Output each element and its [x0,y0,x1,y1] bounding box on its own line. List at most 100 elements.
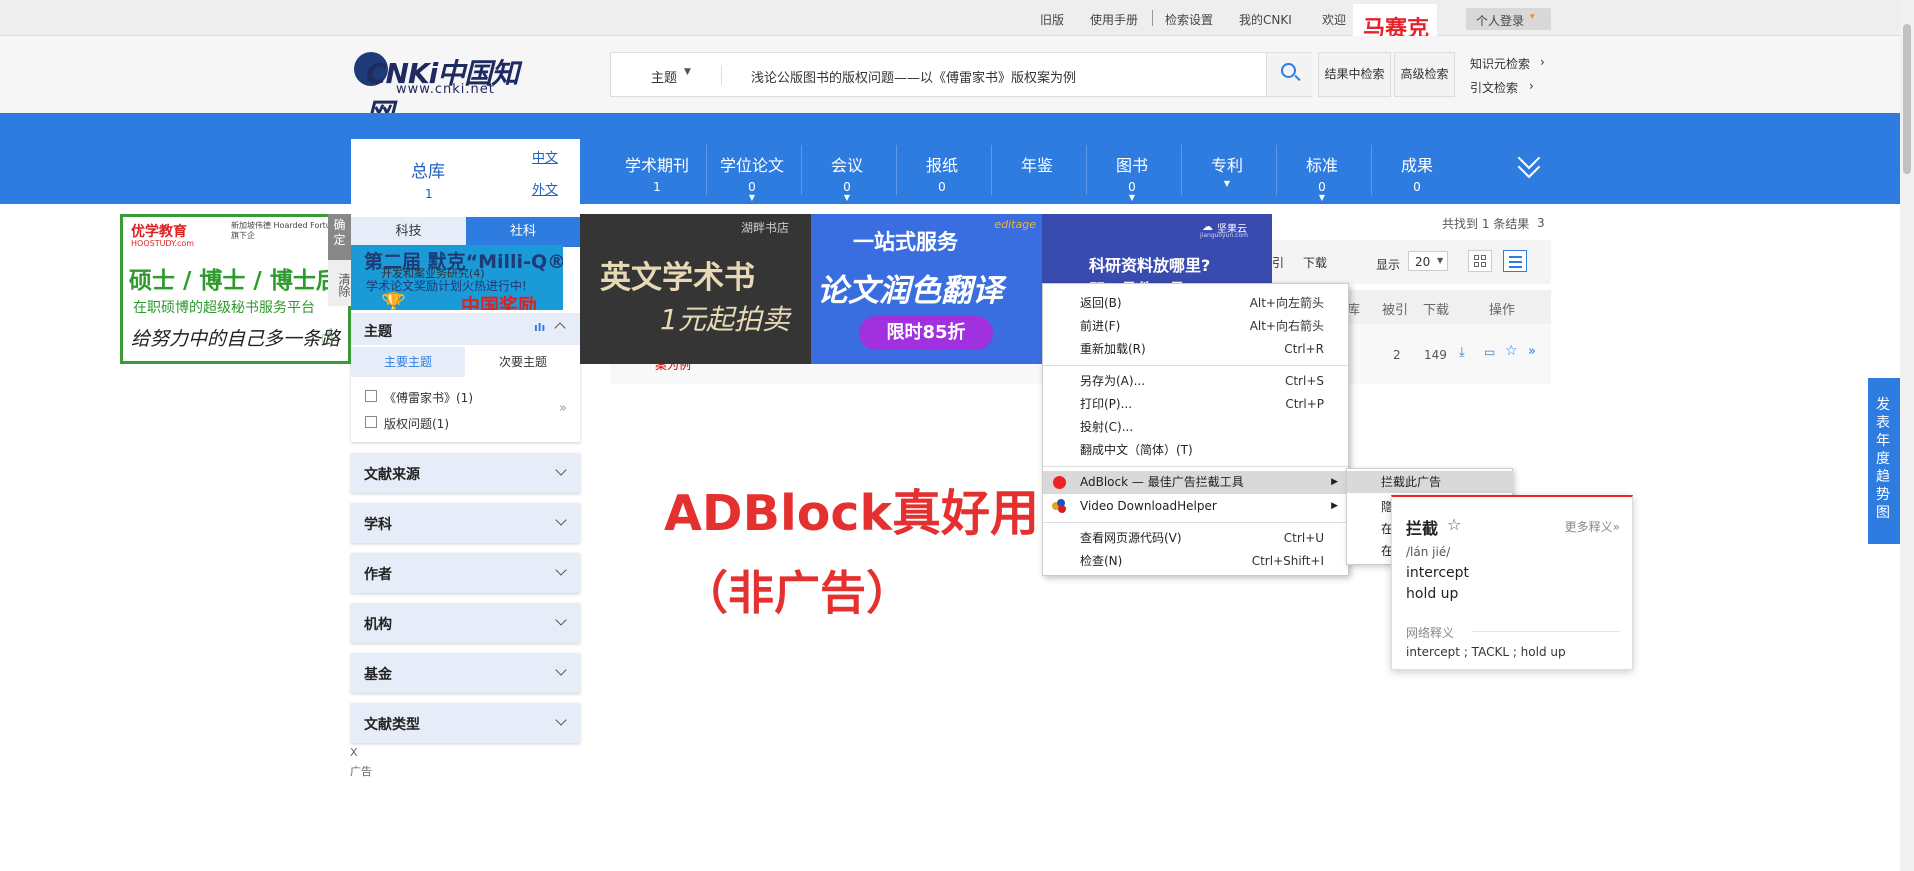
nav-newspaper[interactable]: 报纸 0 [896,152,988,194]
read-html-icon[interactable]: ▭ [1484,345,1495,359]
topic-option[interactable]: 《傅雷家书》(1) [384,389,473,406]
topic-title: 主题 [364,324,392,340]
nav-theses[interactable]: 学位论文 0 ▼ [706,152,798,202]
list-view-icon[interactable] [1503,250,1527,272]
per-page-select[interactable]: 20 ▼ [1408,251,1448,271]
nav-standards[interactable]: 标准 0 ▼ [1276,152,1368,202]
tab-secondary-topic[interactable]: 次要主题 [466,347,580,377]
facet-source[interactable]: 文献来源 [351,453,580,493]
facet-doc-type[interactable]: 文献类型 [351,703,580,743]
dict-def: hold up [1406,586,1459,602]
grid-view-icon[interactable] [1468,250,1492,272]
topic-option[interactable]: 版权问题(1) [384,415,449,432]
submenu-arrow-icon: ▶ [1331,501,1338,511]
advanced-search-button[interactable]: 高级检索 [1394,52,1455,97]
topic-checkbox[interactable] [365,416,377,428]
foreign-link[interactable]: 外文 [532,179,558,198]
download-icon[interactable]: ⤓ [1459,345,1465,360]
menu-item-forward[interactable]: 前进(F) Alt+向右箭头 [1043,315,1348,337]
nav-patents[interactable]: 专利 ▼ [1181,152,1273,188]
cnki-logo[interactable]: CNKi中国知网 www.cnki.net [354,50,534,130]
dict-net-defs: intercept ; TACKL ; hold up [1406,645,1566,659]
menu-item-reload[interactable]: 重新加载(R) Ctrl+R [1043,338,1348,360]
col-downloads[interactable]: 下载 [1423,299,1449,318]
menu-item-video-downloadhelper[interactable]: Video DownloadHelper ▶ [1043,495,1348,517]
ad-bookstore[interactable]: 湖畔书店 英文学术书 1元起拍卖 [580,214,811,364]
top-bar [0,0,1914,36]
nav-journals[interactable]: 学术期刊 1 [611,152,703,194]
ad-overlap-text: 开发和案业务研究(4) [381,267,485,280]
search-field-select[interactable]: 主题 [651,67,677,86]
menu-item-print[interactable]: 打印(P)... Ctrl+P [1043,393,1348,415]
facet-institution[interactable]: 机构 [351,603,580,643]
total-library-tab[interactable]: 总库 1 中文 外文 [351,139,580,206]
chevron-right-icon: › [1529,79,1534,93]
menu-item-save-as[interactable]: 另存为(A)... Ctrl+S [1043,370,1348,392]
login-button[interactable]: 个人登录 ▾ [1466,8,1551,30]
quote-icon[interactable]: » [1528,344,1536,359]
menu-item-adblock[interactable]: AdBlock — 最佳广告拦截工具 ▶ [1043,471,1348,494]
divider [1152,10,1153,26]
link-old-version[interactable]: 旧版 [1040,11,1064,28]
nav-yearbook[interactable]: 年鉴 [991,152,1083,180]
link-citation-search[interactable]: 引文检索 [1470,79,1518,96]
bar-chart-icon[interactable]: ılı [534,321,545,334]
menu-item-translate[interactable]: 翻成中文（简体）(T) [1043,439,1348,461]
search-button[interactable] [1266,53,1312,96]
nav-conference[interactable]: 会议 0 ▼ [801,152,893,202]
sort-download[interactable]: 下载 [1303,254,1327,271]
link-knowledge-search[interactable]: 知识元检索 [1470,55,1530,72]
col-cited[interactable]: 被引 [1382,299,1408,318]
context-menu: 返回(B) Alt+向左箭头 前进(F) Alt+向右箭头 重新加载(R) Ctrl+… [1042,283,1349,576]
menu-item-back[interactable]: 返回(B) Alt+向左箭头 [1043,292,1348,314]
topic-facet-header[interactable]: 主题 ılı [351,313,580,345]
tab-science[interactable]: 科技 [351,217,466,247]
ad-editage[interactable]: editage 一站式服务 论文润色翻译 限时85折 [811,214,1042,364]
expand-chevron-icon[interactable] [1517,146,1542,179]
ad-milliq[interactable]: 第二届 默克“Milli-Q®” 学术论文奖励计划火热进行中! 开发和案业务研究… [351,245,563,310]
ad-label: 广告 [350,765,372,778]
favorite-star-icon[interactable]: ☆ [1505,343,1518,359]
dict-def: intercept [1406,565,1469,581]
caret-down-icon: ▼ [1128,193,1136,202]
login-label: 个人登录 [1476,14,1525,28]
dict-pinyin: /lán jié/ [1406,545,1451,559]
dict-more-link[interactable]: 更多释义» [1565,518,1620,535]
topic-checkbox[interactable] [365,390,377,402]
submenu-block-ad[interactable]: 拦截此广告 [1347,471,1513,493]
facet-author[interactable]: 作者 [351,553,580,593]
ad-slogan: 给努力中的自己多一条路 [131,328,341,350]
ad-bottom-text: 中国奖励 [461,295,538,310]
link-manual[interactable]: 使用手册 [1090,11,1138,28]
chevron-up-icon[interactable] [554,322,566,334]
link-my-cnki[interactable]: 我的CNKI [1239,11,1292,28]
scrollbar-thumb[interactable] [1903,24,1911,174]
ad-hoostudy[interactable]: 优学教育 HOOSTUDY.com 新加坡伟德 Hoarded Fortune … [120,214,351,364]
ad-close-button[interactable]: X [350,746,358,759]
search-input[interactable]: 浅论公版图书的版权问题——以《傅雷家书》版权案为例 [751,67,1076,86]
menu-item-cast[interactable]: 投射(C)... [1043,416,1348,438]
search-in-results-button[interactable]: 结果中检索 [1318,52,1391,97]
nav-achievements[interactable]: 成果 0 [1371,152,1463,194]
chinese-link[interactable]: 中文 [532,147,558,166]
chevron-down-icon [555,514,567,526]
more-arrows-icon[interactable]: » [559,401,567,416]
chevron-down-icon [555,714,567,726]
link-search-settings[interactable]: 检索设置 [1165,11,1213,28]
tab-social-science[interactable]: 社科 [466,217,580,247]
facet-subject[interactable]: 学科 [351,503,580,543]
result-count: 共找到 1 条结果 [1442,217,1530,231]
clear-button[interactable]: 清除 [328,260,351,306]
nav-books[interactable]: 图书 0 ▼ [1086,152,1178,202]
row-downloads: 149 [1424,348,1447,362]
star-icon[interactable]: ☆ [1447,515,1461,534]
menu-item-inspect[interactable]: 检查(N) Ctrl+Shift+I [1043,550,1348,572]
tab-main-topic[interactable]: 主要主题 [351,347,465,377]
menu-item-view-source[interactable]: 查看网页源代码(V) Ctrl+U [1043,527,1348,549]
facet-fund[interactable]: 基金 [351,653,580,693]
sort-cite[interactable]: 引 [1272,254,1284,271]
trend-chart-tab[interactable]: 发表年度趋势图 [1868,378,1901,544]
ad-title: 论文润色翻译 [817,273,1003,309]
divider [721,65,722,85]
vertical-scrollbar[interactable] [1900,0,1914,871]
